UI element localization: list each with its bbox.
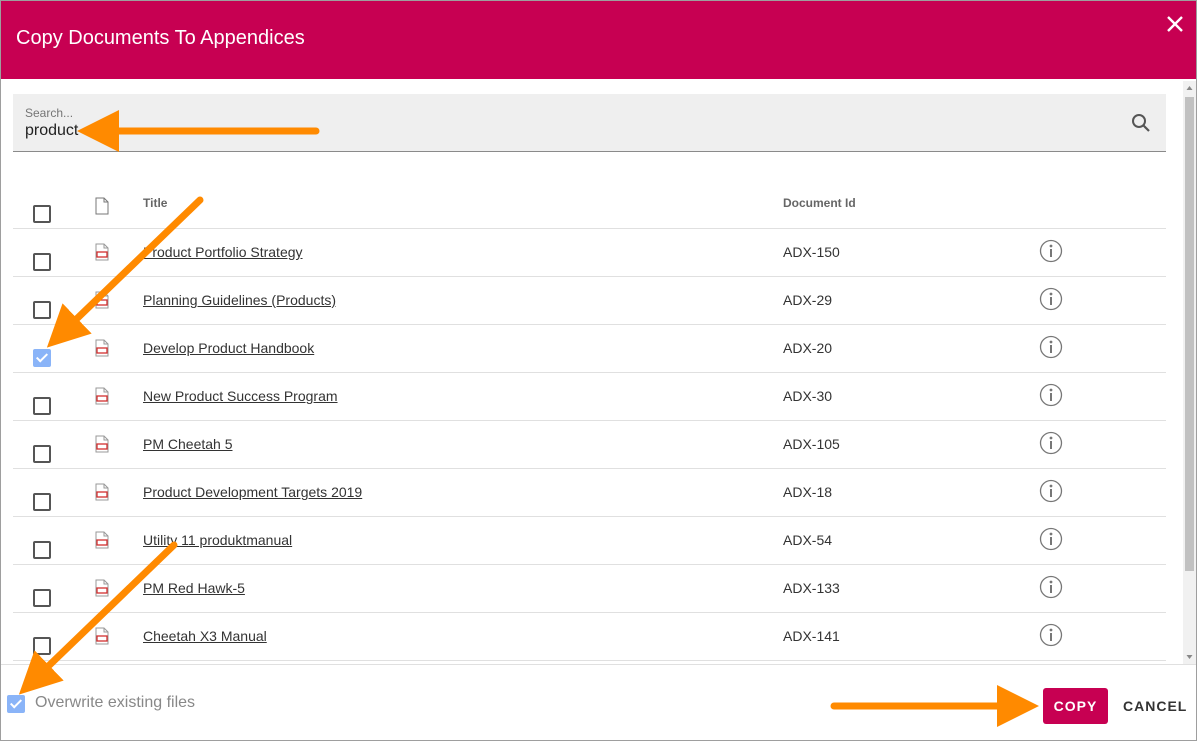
overwrite-existing-checkbox[interactable] bbox=[7, 695, 25, 713]
table-row[interactable]: Planning Guidelines (Products) ADX-29 bbox=[13, 277, 1166, 325]
pdf-document-icon bbox=[95, 483, 109, 501]
row-checkbox[interactable] bbox=[33, 541, 51, 559]
document-id: ADX-133 bbox=[783, 580, 840, 596]
document-title-link[interactable]: Product Portfolio Strategy bbox=[143, 244, 303, 260]
pdf-document-icon bbox=[95, 291, 109, 309]
info-icon[interactable] bbox=[1039, 239, 1063, 263]
row-checkbox[interactable] bbox=[33, 349, 51, 367]
close-icon[interactable] bbox=[1164, 13, 1186, 35]
table-row[interactable]: PM Cheetah 5 ADX-105 bbox=[13, 421, 1166, 469]
search-label: Search... bbox=[25, 106, 74, 120]
documents-table: Title Document Id Product Portfolio Stra… bbox=[13, 181, 1166, 664]
info-icon[interactable] bbox=[1039, 623, 1063, 647]
info-icon[interactable] bbox=[1039, 575, 1063, 599]
column-header-title[interactable]: Title bbox=[143, 196, 167, 210]
pdf-document-icon bbox=[95, 579, 109, 597]
document-id: ADX-30 bbox=[783, 388, 833, 404]
document-id: ADX-105 bbox=[783, 436, 840, 452]
document-id: ADX-18 bbox=[783, 484, 833, 500]
dialog-title: Copy Documents To Appendices bbox=[16, 27, 305, 49]
copy-button[interactable]: COPY bbox=[1043, 688, 1108, 724]
table-row[interactable]: PM Red Hawk-5 ADX-133 bbox=[13, 565, 1166, 613]
info-icon[interactable] bbox=[1039, 431, 1063, 455]
table-header: Title Document Id bbox=[13, 181, 1166, 229]
row-checkbox[interactable] bbox=[33, 493, 51, 511]
document-title-link[interactable]: PM Red Hawk-5 bbox=[143, 580, 245, 596]
table-row[interactable]: Product Development Targets 2019 ADX-18 bbox=[13, 469, 1166, 517]
info-icon[interactable] bbox=[1039, 527, 1063, 551]
pdf-document-icon bbox=[95, 339, 109, 357]
scroll-down-icon[interactable] bbox=[1183, 650, 1196, 664]
document-title-link[interactable]: New Product Success Program bbox=[143, 388, 338, 404]
column-header-document-id[interactable]: Document Id bbox=[783, 196, 856, 210]
pdf-document-icon bbox=[95, 627, 109, 645]
document-id: ADX-141 bbox=[783, 628, 840, 644]
scrollbar[interactable] bbox=[1183, 81, 1196, 664]
table-row[interactable]: Cheetah X3 Manual ADX-141 bbox=[13, 613, 1166, 661]
table-row[interactable]: Utility 11 produktmanual ADX-54 bbox=[13, 517, 1166, 565]
document-title-link[interactable]: Cheetah X3 Manual bbox=[143, 628, 267, 644]
search-icon[interactable] bbox=[1130, 112, 1152, 134]
info-icon[interactable] bbox=[1039, 479, 1063, 503]
table-row[interactable]: Product Portfolio Strategy ADX-150 bbox=[13, 229, 1166, 277]
document-id: ADX-150 bbox=[783, 244, 840, 260]
document-title-link[interactable]: PM Cheetah 5 bbox=[143, 436, 233, 452]
row-checkbox[interactable] bbox=[33, 397, 51, 415]
info-icon[interactable] bbox=[1039, 383, 1063, 407]
document-id: ADX-54 bbox=[783, 532, 833, 548]
dialog-header: Copy Documents To Appendices bbox=[1, 1, 1196, 79]
select-all-checkbox[interactable] bbox=[33, 205, 51, 223]
table-row[interactable]: Develop Product Handbook ADX-20 bbox=[13, 325, 1166, 373]
document-id: ADX-29 bbox=[783, 292, 833, 308]
overwrite-existing-label: Overwrite existing files bbox=[35, 694, 196, 711]
pdf-document-icon bbox=[95, 531, 109, 549]
cancel-button[interactable]: CANCEL bbox=[1117, 688, 1193, 724]
document-title-link[interactable]: Utility 11 produktmanual bbox=[143, 532, 292, 548]
document-title-link[interactable]: Product Development Targets 2019 bbox=[143, 484, 362, 500]
search-field[interactable]: Search... bbox=[13, 94, 1166, 152]
document-id: ADX-20 bbox=[783, 340, 833, 356]
info-icon[interactable] bbox=[1039, 287, 1063, 311]
document-title-link[interactable]: Planning Guidelines (Products) bbox=[143, 292, 336, 308]
scroll-thumb[interactable] bbox=[1185, 97, 1194, 571]
row-checkbox[interactable] bbox=[33, 253, 51, 271]
info-icon[interactable] bbox=[1039, 335, 1063, 359]
document-column-icon bbox=[95, 197, 109, 215]
row-checkbox[interactable] bbox=[33, 445, 51, 463]
row-checkbox[interactable] bbox=[33, 301, 51, 319]
pdf-document-icon bbox=[95, 387, 109, 405]
row-checkbox[interactable] bbox=[33, 637, 51, 655]
pdf-document-icon bbox=[95, 243, 109, 261]
document-title-link[interactable]: Develop Product Handbook bbox=[143, 340, 314, 356]
scroll-up-icon[interactable] bbox=[1183, 81, 1196, 95]
copy-documents-dialog: Copy Documents To Appendices Search... T… bbox=[0, 0, 1197, 741]
table-row[interactable]: New Product Success Program ADX-30 bbox=[13, 373, 1166, 421]
pdf-document-icon bbox=[95, 435, 109, 453]
row-checkbox[interactable] bbox=[33, 589, 51, 607]
dialog-footer: Overwrite existing files COPY CANCEL bbox=[1, 664, 1196, 740]
search-input[interactable] bbox=[25, 122, 925, 140]
